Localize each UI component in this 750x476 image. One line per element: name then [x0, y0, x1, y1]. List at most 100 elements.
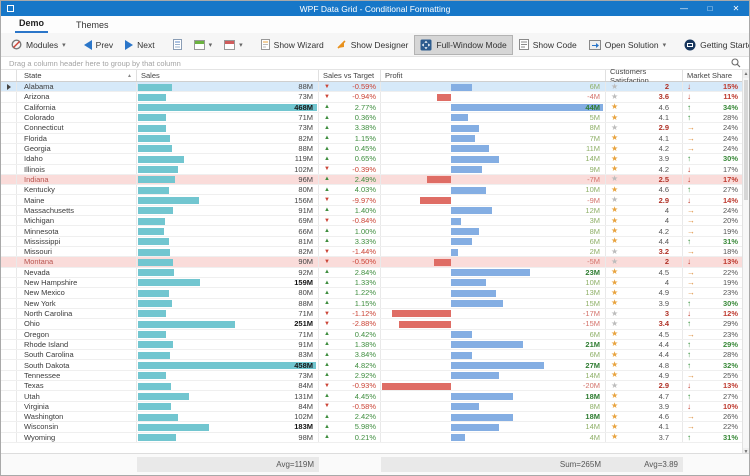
vertical-scrollbar[interactable]: ▲ ▼	[742, 70, 749, 456]
table-row[interactable]: Georgia88M▲0.45%11M★4.2→24%	[1, 144, 744, 154]
table-row[interactable]: Alabama88M▼-0.59%6M★2↓15%	[1, 82, 744, 92]
table-row[interactable]: Oregon71M▲0.42%6M★4.5→23%	[1, 330, 744, 340]
next-button[interactable]: Next	[119, 35, 160, 55]
scrollbar-thumb[interactable]	[744, 80, 748, 200]
satisfaction-cell: ★3.4	[606, 319, 683, 328]
market-share-cell: ↓13%	[683, 257, 744, 266]
satisfaction-cell: ★2	[606, 82, 683, 91]
maximize-button[interactable]: □	[697, 1, 723, 16]
market-share-value: 11%	[723, 92, 738, 101]
column-header-sales[interactable]: Sales	[137, 70, 319, 81]
minimize-button[interactable]: —	[671, 1, 697, 16]
sales-value: 71M	[298, 113, 313, 122]
table-row[interactable]: Montana90M▼-0.50%-5M★2↓13%	[1, 257, 744, 267]
table-row[interactable]: Missouri82M▼-1.44%2M★3.2→18%	[1, 247, 744, 257]
search-button[interactable]	[731, 58, 749, 68]
table-row[interactable]: South Dakota458M▲4.82%27M★4.8↑32%	[1, 360, 744, 370]
table-row[interactable]: Kentucky80M▲4.03%10M★4.6↑27%	[1, 185, 744, 195]
table-row[interactable]: Texas84M▼-0.93%-20M★2.9↓13%	[1, 381, 744, 391]
star-icon: ★	[611, 83, 618, 91]
sales-bar	[138, 197, 199, 204]
table-row[interactable]: Utah131M▲4.45%18M★4.7↑27%	[1, 391, 744, 401]
profit-cell: 10M	[381, 278, 606, 287]
open-solution-button[interactable]: Open Solution ▾	[583, 35, 672, 55]
star-icon: ★	[611, 351, 618, 359]
table-row[interactable]: Florida82M▲1.15%7M★4.1→24%	[1, 134, 744, 144]
satisfaction-value: 3.2	[659, 247, 669, 256]
table-row[interactable]: Nevada92M▲2.84%23M★4.5→22%	[1, 268, 744, 278]
show-code-button[interactable]: Show Code	[513, 35, 583, 55]
sales-vs-target-value: -0.50%	[352, 257, 376, 266]
palette-red-icon	[224, 40, 235, 50]
sales-value: 88M	[298, 299, 313, 308]
table-row[interactable]: North Carolina71M▼-1.12%-17M★3↓12%	[1, 309, 744, 319]
table-row[interactable]: Massachusetts91M▲1.40%12M★4→24%	[1, 206, 744, 216]
modules-button[interactable]: Modules ▾	[5, 35, 72, 55]
table-row[interactable]: Arizona73M▼-0.94%-4M★3.6↓11%	[1, 92, 744, 102]
full-window-mode-button[interactable]: Full-Window Mode	[414, 35, 512, 55]
show-designer-button[interactable]: Show Designer	[330, 35, 415, 55]
satisfaction-value: 4.6	[659, 185, 669, 194]
sales-cell: 92M	[137, 268, 319, 277]
table-row[interactable]: Washington102M▲2.42%18M★4.6→26%	[1, 412, 744, 422]
sales-cell: 71M	[137, 330, 319, 339]
column-header-sales-vs-target[interactable]: Sales vs Target	[319, 70, 381, 81]
table-row[interactable]: Rhode Island91M▲1.38%21M★4.4↑29%	[1, 340, 744, 350]
table-row[interactable]: Connecticut73M▲3.38%8M★2.9→24%	[1, 123, 744, 133]
close-button[interactable]: ✕	[723, 1, 749, 16]
table-row[interactable]: Wyoming98M▲0.21%4M★3.7↑31%	[1, 433, 744, 443]
table-row[interactable]: California468M▲2.77%44M★4.6↑34%	[1, 103, 744, 113]
sales-vs-target-value: 1.38%	[355, 340, 376, 349]
market-share-cell: ↓10%	[683, 402, 744, 411]
table-row[interactable]: Virginia84M▼-0.58%8M★3.9↓10%	[1, 402, 744, 412]
table-row[interactable]: Indiana96M▲2.49%-7M★2.5↓17%	[1, 175, 744, 185]
profit-value: 14M	[585, 422, 600, 431]
sales-vs-target-cell: ▲1.38%	[319, 340, 381, 349]
star-icon: ★	[611, 248, 618, 256]
column-header-state[interactable]: State ▲	[17, 70, 137, 81]
table-row[interactable]: New York88M▲1.15%15M★3.9↑30%	[1, 299, 744, 309]
modules-icon	[11, 39, 22, 50]
table-row[interactable]: Mississippi81M▲3.33%6M★4.4↑31%	[1, 237, 744, 247]
export-document-button[interactable]	[167, 35, 188, 55]
sales-summary: Avg=119M	[137, 457, 319, 472]
column-header-customers-satisfaction[interactable]: Customers Satisfaction	[606, 70, 683, 81]
table-row[interactable]: New Hampshire159M▲1.33%10M★4→19%	[1, 278, 744, 288]
table-row[interactable]: Idaho119M▲0.65%14M★3.9↑30%	[1, 154, 744, 164]
theme-palette-red-button[interactable]: ▾	[218, 35, 249, 55]
show-wizard-button[interactable]: Show Wizard	[255, 35, 330, 55]
profit-cell: 6M	[381, 82, 606, 91]
sales-bar	[138, 310, 166, 317]
table-row[interactable]: Minnesota66M▲1.00%8M★4.2→19%	[1, 226, 744, 236]
row-indicator	[1, 195, 17, 204]
satisfaction-value: 4.7	[659, 392, 669, 401]
table-row[interactable]: Tennessee73M▲2.92%14M★4.9→25%	[1, 371, 744, 381]
column-header-market-share[interactable]: Market Share	[683, 70, 744, 81]
tab-themes[interactable]: Themes	[72, 18, 113, 33]
sales-value: 71M	[298, 309, 313, 318]
table-row[interactable]: Wisconsin183M▲5.98%14M★4.1→22%	[1, 422, 744, 432]
row-indicator	[1, 154, 17, 163]
table-row[interactable]: New Mexico80M▲1.22%13M★4.9→23%	[1, 288, 744, 298]
scroll-up-icon[interactable]: ▲	[743, 70, 749, 78]
table-row[interactable]: Maine156M▼-9.97%-9M★2.9↓14%	[1, 195, 744, 205]
satisfaction-value: 4.6	[659, 412, 669, 421]
table-row[interactable]: South Carolina83M▲3.84%6M★4.4↑28%	[1, 350, 744, 360]
satisfaction-cell: ★4.5	[606, 268, 683, 277]
prev-button[interactable]: Prev	[78, 35, 119, 55]
theme-palette-green-button[interactable]: ▾	[188, 35, 219, 55]
table-row[interactable]: Ohio251M▼-2.88%-15M★3.4↑29%	[1, 319, 744, 329]
column-header-profit[interactable]: Profit	[381, 70, 606, 81]
table-row[interactable]: Michigan69M▼-0.84%3M★4→20%	[1, 216, 744, 226]
table-row[interactable]: Colorado71M▲0.36%5M★4.1↑28%	[1, 113, 744, 123]
state-cell: Massachusetts	[17, 206, 137, 215]
share-up-arrow-icon: ↑	[687, 392, 691, 401]
title-bar: WPF Data Grid - Conditional Formatting —…	[1, 1, 749, 16]
star-icon: ★	[611, 268, 618, 276]
getting-started-button[interactable]: Getting Started	[678, 35, 750, 55]
tab-demo[interactable]: Demo	[15, 16, 48, 33]
sales-vs-target-value: 4.03%	[355, 185, 376, 194]
sales-vs-target-cell: ▲1.00%	[319, 226, 381, 235]
table-row[interactable]: Illinois102M▼-0.39%9M★4.2↓17%	[1, 165, 744, 175]
grid-rows: Alabama88M▼-0.59%6M★2↓15%Arizona73M▼-0.9…	[1, 82, 744, 443]
